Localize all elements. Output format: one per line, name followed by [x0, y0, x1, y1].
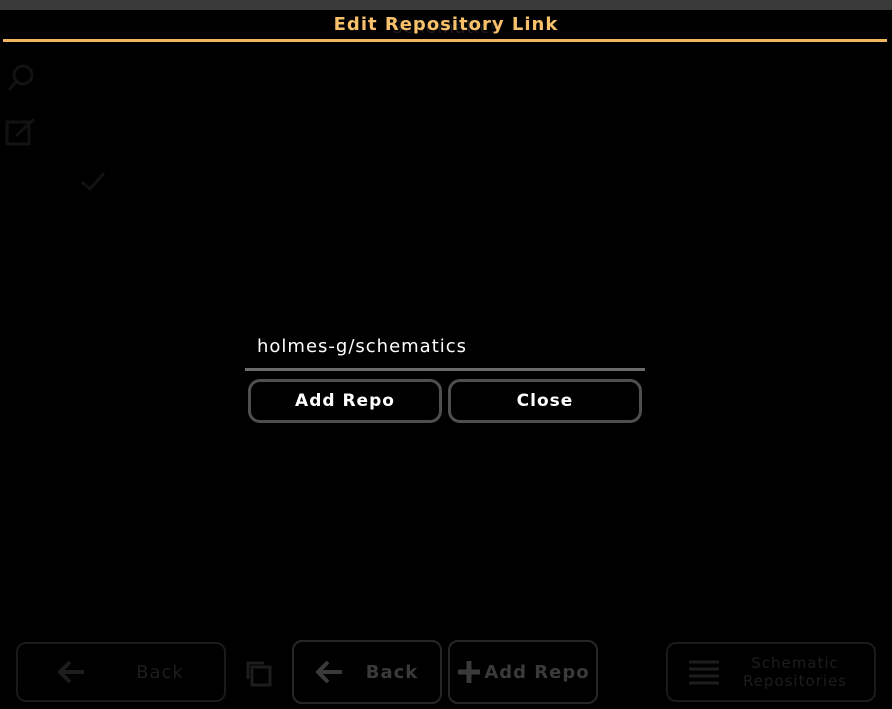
close-button[interactable]: Close — [448, 379, 642, 423]
footer-add-repo-button: Add Repo — [448, 640, 598, 704]
footer-schematic-repositories-button: Schematic Repositories — [666, 642, 876, 702]
list-icon — [689, 660, 719, 685]
check-icon — [81, 172, 106, 192]
footer-back-left-button: Back — [16, 642, 226, 702]
dialog-title: Edit Repository Link — [333, 14, 559, 35]
footer-back-button: Back — [292, 640, 442, 704]
plus-icon — [458, 661, 481, 683]
footer-back-label: Back — [365, 661, 419, 683]
close-label: Close — [516, 391, 574, 411]
add-repo-button[interactable]: Add Repo — [248, 379, 442, 423]
repository-link-field[interactable]: holmes-g/schematics — [245, 330, 645, 371]
title-divider — [3, 39, 887, 42]
repository-link-value: holmes-g/schematics — [257, 336, 468, 357]
arrow-left-icon — [58, 660, 85, 684]
window-top-strip — [0, 0, 892, 10]
footer-schematic-repositories-label: Schematic Repositories — [742, 654, 848, 690]
copy-icon — [246, 661, 272, 687]
add-repo-label: Add Repo — [295, 391, 395, 411]
edit-icon — [5, 117, 36, 146]
footer-add-repo-label: Add Repo — [484, 661, 590, 683]
search-icon — [7, 64, 34, 91]
arrow-left-icon — [315, 660, 342, 684]
footer-back-left-label: Back — [136, 661, 184, 683]
